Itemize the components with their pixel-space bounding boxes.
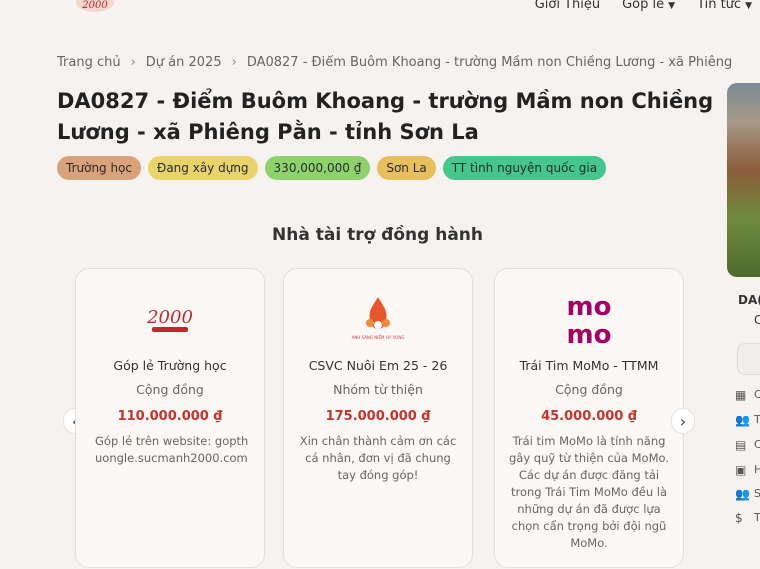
nav-link-donate[interactable]: Góp lẻ ▼ bbox=[622, 0, 675, 12]
panel-row-label: S bbox=[754, 487, 760, 500]
project-photo[interactable] bbox=[727, 83, 760, 277]
breadcrumb-home[interactable]: Trang chủ bbox=[57, 55, 121, 70]
sponsor-card[interactable]: mo mo Trái Tim MoMo - TTMM Cộng đồng 45.… bbox=[494, 268, 684, 568]
breadcrumb-projects[interactable]: Dự án 2025 bbox=[146, 55, 222, 70]
dollar-icon: $ bbox=[735, 511, 743, 525]
sponsor-logo-text: 2000 bbox=[146, 307, 193, 328]
flame-logo-icon: ANH SÁNG NIỀM HY VỌNG bbox=[352, 297, 405, 340]
tag-list: Trường học Đang xây dựng 330,000,000 ₫ S… bbox=[57, 156, 607, 180]
building-icon: ▦ bbox=[735, 388, 747, 402]
sponsor-name: Trái Tim MoMo - TTMM bbox=[519, 358, 659, 373]
sponsor-type: Cộng đồng bbox=[136, 382, 204, 397]
sponsor-amount: 45.000.000 ₫ bbox=[541, 409, 637, 424]
sponsor-card[interactable]: ANH SÁNG NIỀM HY VỌNG CSVC Nuôi Em 25 - … bbox=[283, 268, 473, 568]
tag-organization[interactable]: TT tình nguyện quốc gia bbox=[442, 156, 607, 180]
users-icon: 👥 bbox=[735, 413, 750, 427]
document-icon: ▣ bbox=[735, 463, 747, 477]
sponsor-description: Góp lẻ trên website: gopthuongle.sucmanh… bbox=[95, 434, 249, 465]
calendar-icon: ▤ bbox=[735, 438, 747, 452]
panel-heading: DA( bbox=[738, 293, 760, 307]
section-title: Nhà tài trợ đồng hành bbox=[272, 225, 483, 245]
nav-link-about[interactable]: Giới Thiệu bbox=[535, 0, 600, 12]
momo-logo-line1: mo bbox=[567, 292, 612, 322]
panel-row-label: H bbox=[754, 463, 760, 476]
tag-budget[interactable]: 330,000,000 ₫ bbox=[264, 156, 371, 180]
tag-category[interactable]: Trường học bbox=[57, 156, 142, 180]
tag-province[interactable]: Sơn La bbox=[377, 156, 436, 180]
momo-logo-line2: mo bbox=[567, 320, 612, 349]
breadcrumb: Trang chủ › Dự án 2025 › DA0827 - Điểm B… bbox=[57, 55, 737, 70]
sponsor-logo: ANH SÁNG NIỀM HY VỌNG bbox=[284, 289, 472, 349]
momo-logo-icon: mo mo bbox=[567, 292, 612, 349]
panel-subtext: C bbox=[754, 313, 760, 327]
sponsor-type: Cộng đồng bbox=[555, 382, 623, 397]
page-title: DA0827 - Điểm Buôm Khoang - trường Mầm n… bbox=[57, 89, 714, 144]
chevron-right-icon: › bbox=[130, 55, 136, 70]
sponsor-description: Trái tim MoMo là tính năng gây quỹ từ th… bbox=[509, 434, 670, 550]
chevron-down-icon: ▼ bbox=[745, 1, 752, 11]
brand-logo-text: 2000 bbox=[81, 0, 108, 11]
sponsor-name: CSVC Nuôi Em 25 - 26 bbox=[308, 358, 448, 373]
sponsor-logo-caption: ANH SÁNG NIỀM HY VỌNG bbox=[352, 335, 405, 340]
users-icon: 👥 bbox=[735, 487, 750, 501]
sponsor-description: Xin chân thành cảm ơn các cá nhân, đơn v… bbox=[299, 434, 457, 482]
panel-row-label: T bbox=[754, 413, 760, 426]
sponsor-name: Góp lẻ Trường học bbox=[113, 358, 227, 373]
sponsor-card[interactable]: 2000 Góp lẻ Trường học Cộng đồng 110.000… bbox=[75, 268, 265, 568]
sucmanh2000-logo-icon: 2000 bbox=[146, 307, 193, 332]
brand-logo[interactable]: 2000 bbox=[74, 0, 116, 18]
breadcrumb-current: DA0827 - Điểm Buôm Khoang - trường Mầm n… bbox=[246, 55, 737, 70]
chevron-right-icon: › bbox=[231, 55, 237, 70]
sponsor-amount: 110.000.000 ₫ bbox=[117, 409, 223, 424]
nav-links: Giới Thiệu Góp lẻ ▼ Tin tức ▼ bbox=[535, 0, 752, 12]
sponsor-type: Nhóm từ thiện bbox=[333, 382, 423, 397]
chevron-right-icon: › bbox=[679, 411, 687, 431]
panel-row-label: C bbox=[754, 438, 760, 451]
sponsor-logo: mo mo bbox=[495, 289, 683, 349]
carousel-next-button[interactable]: › bbox=[671, 408, 695, 434]
sponsor-logo: 2000 bbox=[76, 289, 264, 349]
nav-link-news[interactable]: Tin tức ▼ bbox=[697, 0, 752, 12]
sponsor-amount: 175.000.000 ₫ bbox=[325, 409, 431, 424]
panel-row-label: C bbox=[754, 388, 760, 401]
right-side-panel: DA( C ▦ C 👥 T ▤ C ▣ H 👥 S $ T bbox=[727, 83, 760, 543]
panel-row-label: T bbox=[754, 511, 760, 524]
tag-status[interactable]: Đang xây dựng bbox=[148, 156, 258, 180]
top-nav: 2000 Giới Thiệu Góp lẻ ▼ Tin tức ▼ bbox=[0, 0, 760, 22]
panel-button[interactable] bbox=[737, 343, 760, 375]
chevron-down-icon: ▼ bbox=[668, 1, 676, 11]
